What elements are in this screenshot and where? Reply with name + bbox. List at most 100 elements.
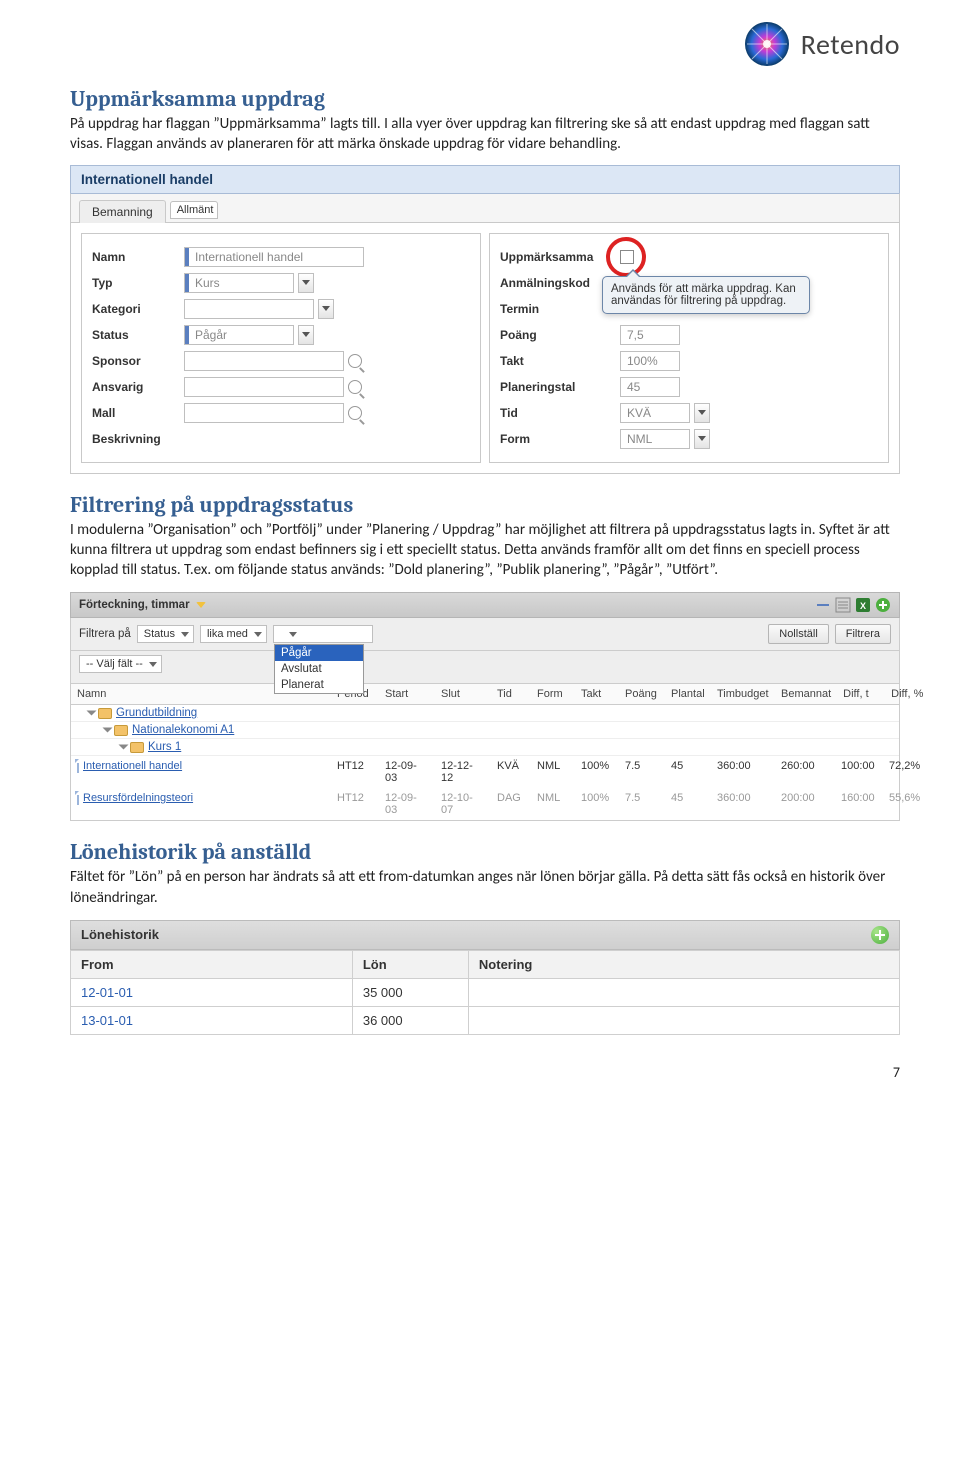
tree-row[interactable]: Nationalekonomi A1 (71, 722, 899, 739)
col-tid[interactable]: Tid (491, 684, 531, 704)
svg-text:X: X (860, 601, 866, 611)
tree-row[interactable]: Kurs 1 (71, 739, 899, 756)
option-planerat[interactable]: Planerat (275, 677, 363, 693)
heading-uppmarksamma: Uppmärksamma uppdrag (70, 86, 900, 112)
select-form[interactable]: NML (620, 429, 690, 449)
option-pagar[interactable]: Pågår (275, 645, 363, 661)
filter-value-select[interactable]: Pågår Avslutat Planerat (273, 625, 373, 643)
heading-lonehistorik: Lönehistorik på anställd (70, 839, 900, 865)
expand-icon[interactable] (196, 602, 206, 608)
filter-value-dropdown: Pågår Avslutat Planerat (274, 644, 364, 694)
col-plantal[interactable]: Plantal (665, 684, 711, 704)
dropdown-status-btn[interactable] (298, 325, 314, 345)
table-row[interactable]: 13-01-01 36 000 (71, 1006, 900, 1034)
input-ansvarig[interactable] (184, 377, 344, 397)
table-row[interactable]: Internationell handel HT12 12-09-03 12-1… (71, 756, 899, 788)
checkbox-uppmarksamma[interactable] (620, 250, 634, 264)
col-notering[interactable]: Notering (468, 950, 899, 978)
settings-icon[interactable] (835, 597, 851, 613)
tree-row[interactable]: Grundutbildning (71, 705, 899, 722)
label-beskrivning: Beskrivning (92, 432, 184, 446)
input-takt[interactable]: 100% (620, 351, 680, 371)
table-row[interactable]: Resursfördelningsteori HT12 12-09-03 12-… (71, 788, 899, 820)
filter-op-select[interactable]: lika med (200, 625, 267, 643)
panel-title: Internationell handel (70, 165, 900, 193)
paragraph-sec1: På uppdrag har flaggan ”Uppmärksamma” la… (70, 114, 900, 155)
label-poang: Poäng (500, 328, 620, 342)
doc-icon (77, 759, 79, 773)
screenshot-lonehistorik: Lönehistorik From Lön Notering 12-01-01 … (70, 920, 900, 1035)
table-row[interactable]: 12-01-01 35 000 (71, 978, 900, 1006)
retendo-mark-icon (743, 20, 791, 68)
dropdown-tid-btn[interactable] (694, 403, 710, 423)
option-avslutat[interactable]: Avslutat (275, 661, 363, 677)
paragraph-sec2: I modulerna ”Organisation” och ”Portfölj… (70, 520, 900, 581)
col-difft[interactable]: Diff, t (837, 684, 885, 704)
col-start[interactable]: Start (379, 684, 435, 704)
col-takt[interactable]: Takt (575, 684, 619, 704)
lh-title: Lönehistorik (81, 927, 159, 942)
search-icon[interactable] (348, 406, 362, 420)
col-bemannat[interactable]: Bemannat (775, 684, 837, 704)
select-status[interactable]: Pågår (184, 325, 294, 345)
filter-label: Filtrera på (79, 628, 131, 640)
brand-logo: Retendo (70, 20, 900, 68)
label-mall: Mall (92, 406, 184, 420)
col-timbudget[interactable]: Timbudget (711, 684, 775, 704)
input-sponsor[interactable] (184, 351, 344, 371)
paragraph-sec3: Fältet för ”Lön” på en person har ändrat… (70, 867, 900, 908)
reset-button[interactable]: Nollställ (768, 624, 829, 644)
select-typ[interactable]: Kurs (184, 273, 294, 293)
col-form[interactable]: Form (531, 684, 575, 704)
tooltip-uppmarksamma: Används för att märka uppdrag. Kan använ… (602, 276, 810, 314)
label-planeringstal: Planeringstal (500, 380, 620, 394)
dropdown-typ-btn[interactable] (298, 273, 314, 293)
add-row-button[interactable] (871, 926, 889, 944)
folder-icon (114, 725, 128, 736)
dropdown-form-btn[interactable] (694, 429, 710, 449)
label-namn: Namn (92, 250, 184, 264)
input-mall[interactable] (184, 403, 344, 423)
select-kategori[interactable] (184, 299, 314, 319)
screenshot-forteckning: Förteckning, timmar X Filtrera på Status… (70, 592, 900, 821)
search-icon[interactable] (348, 354, 362, 368)
label-status: Status (92, 328, 184, 342)
search-icon[interactable] (348, 380, 362, 394)
label-form: Form (500, 432, 620, 446)
label-uppmarksamma: Uppmärksamma (500, 250, 620, 264)
collapse-icon[interactable] (815, 597, 831, 613)
folder-icon (130, 742, 144, 753)
col-from[interactable]: From (71, 950, 353, 978)
filter-button[interactable]: Filtrera (835, 624, 891, 644)
col-diffp[interactable]: Diff, % (885, 684, 933, 704)
lonehistorik-table: From Lön Notering 12-01-01 35 000 13-01-… (70, 950, 900, 1035)
input-poang[interactable]: 7,5 (620, 325, 680, 345)
dropdown-kategori-btn[interactable] (318, 299, 334, 319)
select-tid[interactable]: KVÄ (620, 403, 690, 423)
label-tid: Tid (500, 406, 620, 420)
input-planeringstal[interactable]: 45 (620, 377, 680, 397)
col-poang[interactable]: Poäng (619, 684, 665, 704)
label-sponsor: Sponsor (92, 354, 184, 368)
label-takt: Takt (500, 354, 620, 368)
input-namn[interactable]: Internationell handel (184, 247, 364, 267)
add-icon[interactable] (875, 597, 891, 613)
tab-allmant[interactable]: Allmänt (170, 201, 219, 219)
filter-field-2-select[interactable]: -- Välj fält -- (79, 655, 162, 673)
col-slut[interactable]: Slut (435, 684, 491, 704)
heading-filtrering: Filtrering på uppdragsstatus (70, 492, 900, 518)
col-lon[interactable]: Lön (352, 950, 468, 978)
bar-title: Förteckning, timmar (79, 599, 190, 611)
filter-field-select[interactable]: Status (137, 625, 194, 643)
label-kategori: Kategori (92, 302, 184, 316)
label-typ: Typ (92, 276, 184, 290)
page-number: 7 (893, 1064, 900, 1081)
grid-header: Namn Period Start Slut Tid Form Takt Poä… (70, 684, 900, 705)
left-column: Namn Internationell handel Typ Kurs Kate… (81, 233, 481, 463)
brand-name: Retendo (801, 27, 900, 62)
export-excel-icon[interactable]: X (855, 597, 871, 613)
screenshot-allmant-panel: Internationell handel Bemanning Allmänt … (70, 165, 900, 474)
tab-bemanning[interactable]: Bemanning (79, 200, 166, 223)
doc-icon (77, 791, 79, 805)
label-ansvarig: Ansvarig (92, 380, 184, 394)
